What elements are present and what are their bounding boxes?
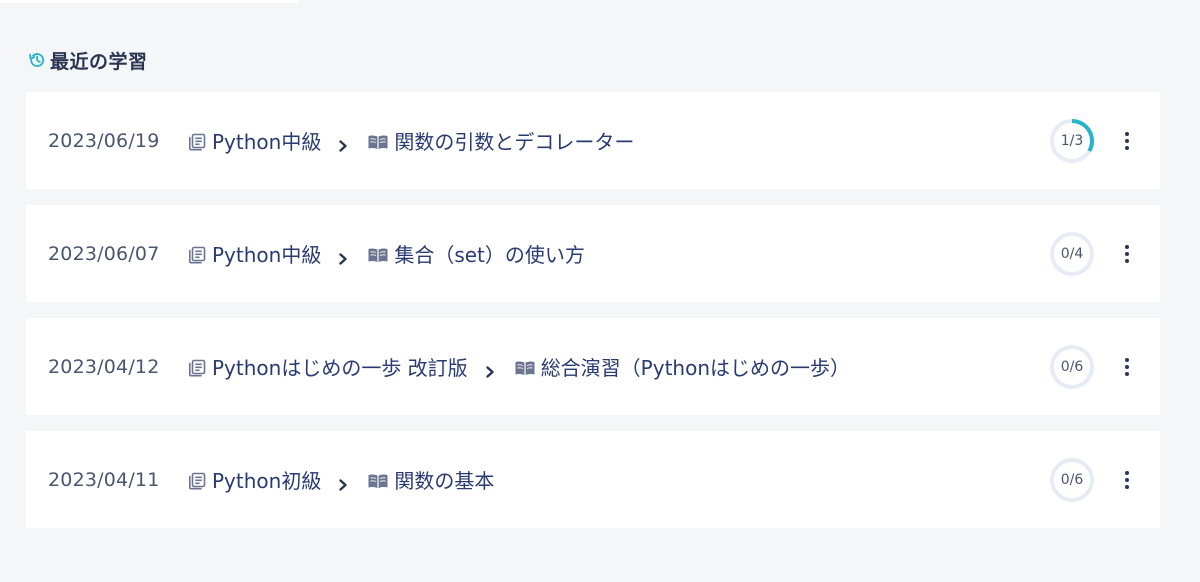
top-card-edge [0,0,298,3]
more-options-button[interactable] [1116,241,1138,267]
more-vertical-icon [1125,132,1129,136]
recent-item[interactable]: 2023/06/19 Python中級 関数の引数とデコレーター 1/3 [26,92,1160,189]
recent-item[interactable]: 2023/06/07 Python中級 集合（set）の使い方 0/4 [26,205,1160,302]
open-book-icon [367,471,389,489]
document-list-icon [188,358,206,376]
progress-ring: 0/6 [1049,457,1095,503]
chevron-right-icon [337,134,349,152]
lesson-link[interactable]: 総合演習（Pythonはじめの一歩） [541,352,850,381]
recent-item[interactable]: 2023/04/12 Pythonはじめの一歩 改訂版 総合演習（Pythonは… [26,318,1160,415]
breadcrumb: Python中級 集合（set）の使い方 [188,239,585,268]
more-vertical-icon [1125,358,1129,362]
more-options-button[interactable] [1116,467,1138,493]
recent-learning-section: 最近の学習 2023/06/19 Python中級 関数の引数とデコレーター 1… [26,44,1160,544]
progress-label: 0/6 [1060,359,1084,375]
document-list-icon [188,245,206,263]
study-date: 2023/06/07 [48,242,160,265]
open-book-icon [367,245,389,263]
more-vertical-icon [1125,245,1129,249]
progress-label: 0/4 [1060,246,1084,262]
progress-ring: 0/6 [1049,344,1095,390]
document-list-icon [188,132,206,150]
section-header: 最近の学習 [28,44,1160,76]
progress-ring: 0/4 [1049,231,1095,277]
open-book-icon [367,132,389,150]
lesson-link[interactable]: 関数の引数とデコレーター [394,126,634,155]
course-link[interactable]: Python中級 [212,126,321,155]
section-title: 最近の学習 [50,50,148,73]
course-link[interactable]: Python中級 [212,239,321,268]
breadcrumb: Pythonはじめの一歩 改訂版 総合演習（Pythonはじめの一歩） [188,352,850,381]
study-date: 2023/06/19 [48,129,160,152]
lesson-link[interactable]: 集合（set）の使い方 [394,239,585,268]
study-date: 2023/04/12 [48,355,160,378]
history-icon [28,51,46,69]
breadcrumb: Python中級 関数の引数とデコレーター [188,126,634,155]
document-list-icon [188,471,206,489]
progress-ring: 1/3 [1049,118,1095,164]
course-link[interactable]: Pythonはじめの一歩 改訂版 [212,352,468,381]
more-vertical-icon [1125,471,1129,475]
lesson-link[interactable]: 関数の基本 [394,465,494,494]
more-options-button[interactable] [1116,128,1138,154]
chevron-right-icon [484,360,496,378]
recent-item[interactable]: 2023/04/11 Python初級 関数の基本 0/6 [26,431,1160,528]
recent-learning-list: 2023/06/19 Python中級 関数の引数とデコレーター 1/3 202… [26,92,1160,528]
breadcrumb: Python初級 関数の基本 [188,465,494,494]
chevron-right-icon [337,247,349,265]
chevron-right-icon [337,473,349,491]
progress-label: 0/6 [1060,472,1084,488]
study-date: 2023/04/11 [48,468,160,491]
more-options-button[interactable] [1116,354,1138,380]
course-link[interactable]: Python初級 [212,465,321,494]
open-book-icon [514,358,536,376]
progress-label: 1/3 [1060,133,1084,149]
